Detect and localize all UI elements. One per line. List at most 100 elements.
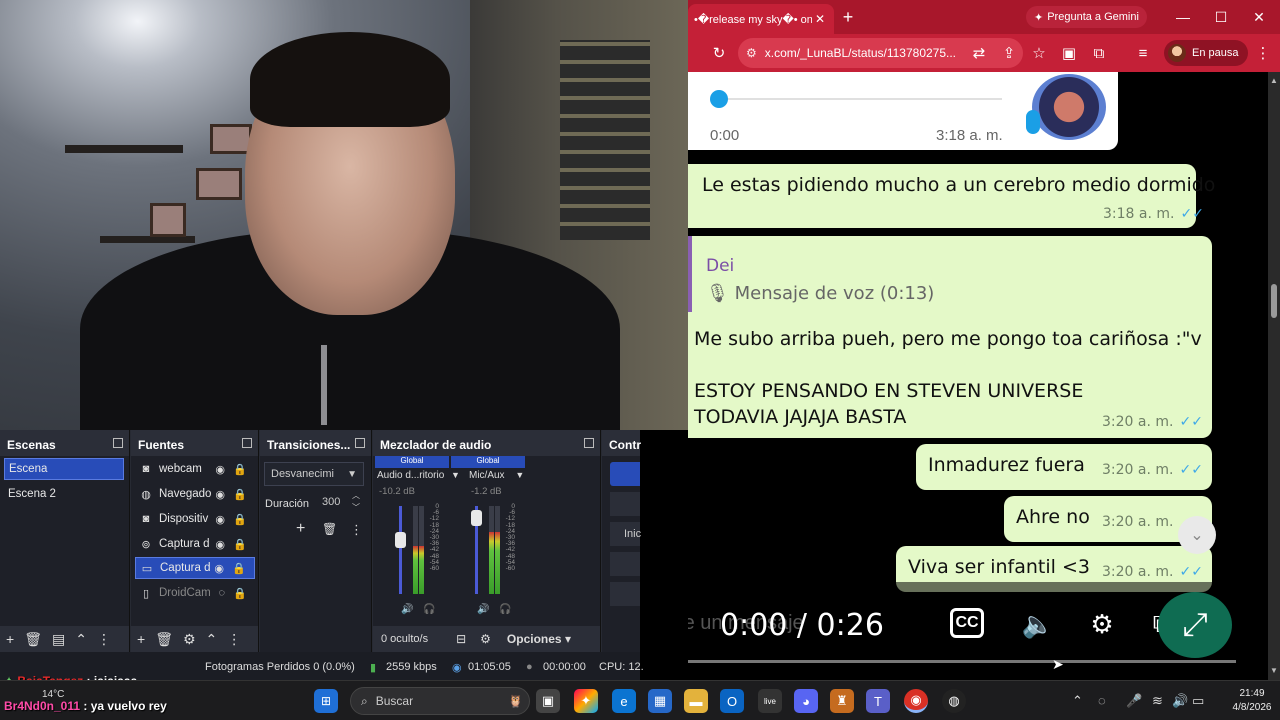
lock-icon[interactable]: 🔒 xyxy=(233,513,247,526)
voice-track[interactable] xyxy=(716,98,1002,100)
options-button[interactable]: Opciones ▾ xyxy=(507,632,571,646)
popout-icon[interactable] xyxy=(113,438,123,448)
channel-name[interactable]: Audio d...ritorio ▼ xyxy=(377,470,460,481)
puzzle-icon[interactable]: ⧉ xyxy=(1084,38,1114,68)
quoted-reply[interactable]: Dei 🎙 Mensaje de voz (0:13) xyxy=(688,236,1208,312)
volume-fader[interactable] xyxy=(471,506,482,594)
chrome-icon[interactable]: ◉ xyxy=(904,689,928,713)
source-item[interactable]: ◙ Dispositiv ◉ 🔒 xyxy=(135,508,255,530)
task-view-icon[interactable]: ▣ xyxy=(536,689,560,713)
reload-icon[interactable]: ↻ xyxy=(704,38,734,68)
menu-dots-icon[interactable]: ⋮ xyxy=(227,631,241,648)
new-tab-icon[interactable]: + xyxy=(834,7,862,28)
duration-input[interactable]: 300 xyxy=(318,492,352,514)
headphones-icon[interactable]: 🎧 xyxy=(499,604,511,615)
mic-icon[interactable]: 🎤 xyxy=(1126,693,1142,709)
trash-icon[interactable]: 🗑 xyxy=(155,631,173,648)
folder-icon[interactable]: ▬ xyxy=(684,689,708,713)
scroll-down-icon[interactable]: ⌄ xyxy=(1178,516,1216,554)
chevron-down-icon[interactable]: ▼ xyxy=(515,470,524,480)
source-item[interactable]: ◍ Navegado ◉ 🔒 xyxy=(135,483,255,505)
obs-icon[interactable]: ◍ xyxy=(942,689,966,713)
close-icon[interactable]: ✕ xyxy=(812,12,828,26)
source-item[interactable]: ▭ Captura d ◉ 🔒 xyxy=(135,557,255,579)
video-progress-bar[interactable] xyxy=(688,660,1236,663)
scroll-up-arrow-icon[interactable]: ▲ xyxy=(1269,76,1279,86)
translate-icon[interactable]: ⇄ xyxy=(964,38,994,68)
lock-icon[interactable]: 🔒 xyxy=(233,538,247,551)
media-icon[interactable]: ≡ xyxy=(1128,38,1158,68)
lock-icon[interactable]: 🔒 xyxy=(232,562,246,575)
control-button[interactable] xyxy=(610,582,640,606)
source-item[interactable]: ⊚ Captura d ◉ 🔒 xyxy=(135,533,255,555)
volume-icon[interactable]: 🔊 xyxy=(1172,693,1188,709)
control-button[interactable]: Inic xyxy=(610,522,641,546)
gear-icon[interactable]: ⚙ xyxy=(183,631,196,648)
volume-fader[interactable] xyxy=(395,506,406,594)
eye-icon[interactable]: ◉ xyxy=(215,488,225,501)
volume-icon[interactable]: 🔈 xyxy=(1016,602,1060,646)
add-icon[interactable]: + xyxy=(6,631,14,647)
control-button[interactable] xyxy=(610,492,640,516)
maximize-icon[interactable]: ☐ xyxy=(1202,0,1240,34)
eye-hidden-icon[interactable]: ◌ xyxy=(218,587,225,599)
move-up-icon[interactable]: ⌃ xyxy=(75,631,87,648)
trash-icon[interactable]: 🗑 xyxy=(322,522,337,536)
game-icon[interactable]: ♜ xyxy=(830,689,854,713)
headphones-icon[interactable]: 🎧 xyxy=(423,604,435,615)
obs-live-icon[interactable]: live xyxy=(758,689,782,713)
wifi-icon[interactable]: ≋ xyxy=(1152,693,1163,709)
close-window-icon[interactable]: ✕ xyxy=(1240,0,1278,34)
popout-icon[interactable] xyxy=(584,438,594,448)
fader-knob[interactable] xyxy=(395,532,406,548)
menu-dots-icon[interactable]: ⋮ xyxy=(350,522,363,538)
scroll-thumb[interactable] xyxy=(1271,284,1277,318)
copilot-icon[interactable]: ✦ xyxy=(574,689,598,713)
windows-start-icon[interactable]: ⊞ xyxy=(314,689,338,713)
scene-item[interactable]: Escena 2 xyxy=(4,483,124,505)
eye-icon[interactable]: ◉ xyxy=(215,538,225,551)
channel-name[interactable]: Mic/Aux ▼ xyxy=(469,470,524,481)
share-icon[interactable]: ⇪ xyxy=(994,38,1024,68)
taskbar-clock[interactable]: 21:49 4/8/2026 xyxy=(1228,687,1276,715)
start-stream-button[interactable] xyxy=(610,462,640,486)
search-input[interactable]: ⌕ Buscar 🦉 xyxy=(350,687,530,715)
eye-icon[interactable]: ◉ xyxy=(215,463,225,476)
fader-knob[interactable] xyxy=(471,510,482,526)
fullscreen-icon[interactable]: ⤢ xyxy=(1158,592,1232,658)
filter-icon[interactable]: ▤ xyxy=(52,631,65,648)
extension-icon[interactable]: ▣ xyxy=(1054,38,1084,68)
lock-icon[interactable]: 🔒 xyxy=(233,463,247,476)
move-up-icon[interactable]: ⌃ xyxy=(206,631,218,648)
speaker-icon[interactable]: 🔊 xyxy=(477,604,489,615)
discord-icon[interactable]: ◕ xyxy=(794,689,818,713)
settings-gear-icon[interactable]: ⚙ xyxy=(1080,602,1124,646)
battery-icon[interactable]: ▭ xyxy=(1192,693,1204,709)
page-scrollbar[interactable]: ▲ ▼ xyxy=(1268,72,1280,680)
site-info-icon[interactable]: ⚙ xyxy=(746,46,757,60)
menu-dots-icon[interactable]: ⋮ xyxy=(97,631,111,648)
popout-icon[interactable] xyxy=(355,438,365,448)
tab-x-post[interactable]: •�release my sky�• on X: " ✕ xyxy=(688,4,834,34)
eye-icon[interactable]: ◉ xyxy=(214,562,224,575)
store-icon[interactable]: ▦ xyxy=(648,689,672,713)
source-item[interactable]: ◙ webcam ◉ 🔒 xyxy=(135,458,255,480)
speaker-icon[interactable]: 🔊 xyxy=(401,604,413,615)
teams-icon[interactable]: T xyxy=(866,689,890,713)
chat-video[interactable]: 0:00 3:18 a. m. Le estas pidiendo mucho … xyxy=(688,72,1236,663)
network-tray-icon[interactable]: ◌ xyxy=(1098,693,1106,708)
control-button[interactable] xyxy=(610,552,640,576)
popout-icon[interactable] xyxy=(242,438,252,448)
source-item[interactable]: ▯ DroidCam ◌ 🔒 xyxy=(135,582,255,604)
lock-icon[interactable]: 🔒 xyxy=(233,488,247,501)
profile-button[interactable]: En pausa xyxy=(1164,40,1249,66)
bookmark-star-icon[interactable]: ☆ xyxy=(1024,38,1054,68)
chevron-up-icon[interactable]: ⌃ xyxy=(1072,693,1083,709)
outlook-icon[interactable]: O xyxy=(720,689,744,713)
eye-icon[interactable]: ◉ xyxy=(215,513,225,526)
menu-dots-icon[interactable]: ⋮ xyxy=(1248,38,1278,68)
add-icon[interactable]: + xyxy=(296,520,305,538)
lock-icon[interactable]: 🔒 xyxy=(233,587,247,600)
trash-icon[interactable]: 🗑 xyxy=(24,631,42,648)
duration-stepper[interactable]: ︿ ﹀ xyxy=(352,490,360,514)
